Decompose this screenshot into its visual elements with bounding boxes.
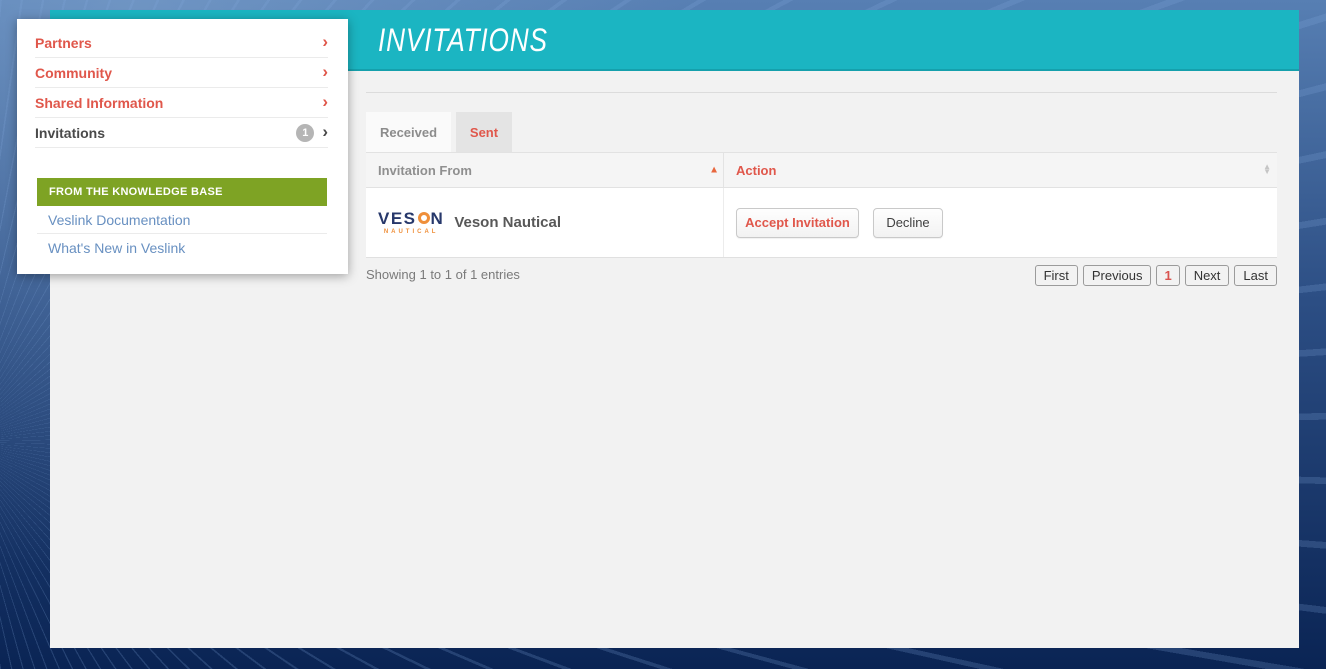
menu-item-label: Shared Information	[35, 95, 163, 111]
navigation-menu: Partners › Community › Shared Informatio…	[17, 19, 348, 274]
invitations-count-badge: 1	[296, 124, 314, 142]
sort-down-glyph: ▼	[1263, 170, 1271, 175]
knowledge-base-header: FROM THE KNOWLEDGE BASE	[37, 178, 327, 206]
logo-text: N	[431, 210, 445, 227]
menu-item-community[interactable]: Community ›	[35, 58, 328, 88]
accept-invitation-button[interactable]: Accept Invitation	[736, 208, 859, 238]
sort-ascending-icon: ▲	[709, 164, 719, 175]
logo-wordmark: VESON	[378, 210, 444, 227]
page-title: INVITATIONS	[378, 10, 548, 70]
pagination-last-button[interactable]: Last	[1234, 265, 1277, 286]
divider	[366, 92, 1277, 93]
menu-item-shared-information[interactable]: Shared Information ›	[35, 88, 328, 118]
pagination-first-button[interactable]: First	[1035, 265, 1078, 286]
tab-bar: Received Sent	[366, 112, 512, 152]
decline-button[interactable]: Decline	[873, 208, 943, 238]
action-cell: Accept Invitation Decline	[723, 188, 1277, 257]
table-header-row: Invitation From ▲ Action ▲ ▼	[366, 152, 1277, 188]
logo-o-ring-icon: O	[418, 212, 430, 224]
menu-item-partners[interactable]: Partners ›	[35, 28, 328, 58]
tab-received[interactable]: Received	[366, 112, 451, 152]
column-header-invitation-from[interactable]: Invitation From ▲	[366, 153, 723, 187]
sort-neutral-icon: ▲ ▼	[1263, 165, 1271, 175]
chevron-right-icon: ›	[322, 93, 328, 112]
column-header-label: Invitation From	[378, 163, 472, 178]
pagination-previous-button[interactable]: Previous	[1083, 265, 1152, 286]
chevron-right-icon: ›	[322, 63, 328, 82]
menu-item-label: Partners	[35, 35, 92, 51]
logo-subtext: NAUTICAL	[384, 229, 439, 235]
invitation-from-cell: VESON NAUTICAL Veson Nautical	[366, 188, 723, 257]
table-row: VESON NAUTICAL Veson Nautical Accept Inv…	[366, 188, 1277, 258]
logo-text: VES	[378, 210, 417, 227]
chevron-right-icon: ›	[322, 123, 328, 142]
menu-item-invitations[interactable]: Invitations 1 ›	[35, 118, 328, 148]
menu-item-label: Community	[35, 65, 112, 81]
column-header-action[interactable]: Action ▲ ▼	[723, 153, 1277, 187]
invitation-from-name: Veson Nautical	[454, 214, 561, 231]
menu-spacer	[17, 148, 348, 178]
chevron-right-icon: ›	[322, 33, 328, 52]
veslink-page: { "header": { "title": "INVITATIONS" }, …	[0, 0, 1326, 669]
link-veslink-documentation[interactable]: Veslink Documentation	[37, 206, 327, 234]
pagination: First Previous 1 Next Last	[1035, 265, 1277, 286]
menu-item-label: Invitations	[35, 125, 105, 141]
tab-sent[interactable]: Sent	[456, 112, 512, 152]
pagination-next-button[interactable]: Next	[1185, 265, 1230, 286]
link-whats-new-in-veslink[interactable]: What's New in Veslink	[37, 234, 327, 262]
entries-summary: Showing 1 to 1 of 1 entries	[366, 267, 520, 282]
column-header-label: Action	[736, 163, 776, 178]
pagination-page-1-button[interactable]: 1	[1156, 265, 1179, 286]
veson-nautical-logo: VESON NAUTICAL	[378, 210, 444, 235]
